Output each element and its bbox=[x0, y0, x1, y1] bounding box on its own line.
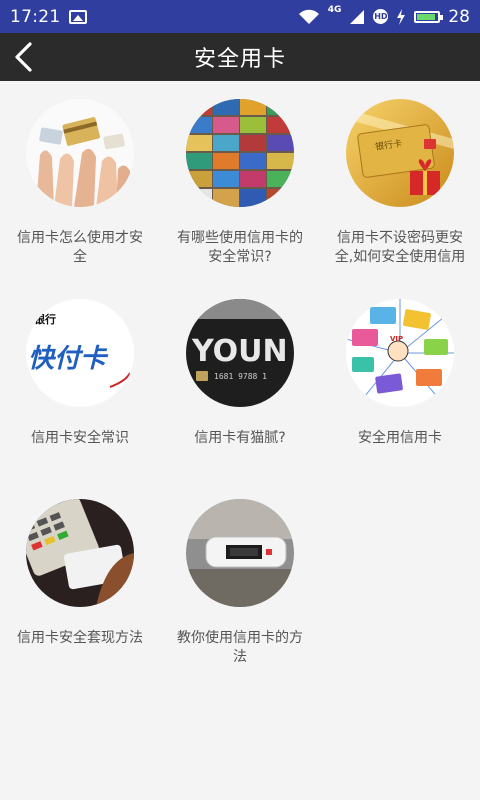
bank-logo-text: 银行 bbox=[34, 312, 56, 326]
quick-pay-card-image: 银行 快付卡 bbox=[26, 299, 134, 407]
battery-percent: 28 bbox=[448, 6, 470, 27]
cards-cartoon-image: VIP bbox=[346, 299, 454, 407]
tip-item[interactable]: 信用卡怎么使用才安全 bbox=[0, 81, 160, 281]
charging-icon bbox=[397, 8, 406, 25]
title-bar: 安全用卡 bbox=[0, 33, 480, 81]
tip-item-label: 信用卡有猫腻? bbox=[194, 430, 286, 446]
image-notification-icon bbox=[68, 9, 87, 24]
black-card-image: YOUN 1681 9788 1 bbox=[186, 299, 294, 407]
hands-with-cards-image bbox=[26, 99, 134, 207]
tip-item[interactable]: 教你使用信用卡的方法 bbox=[160, 481, 320, 681]
tip-item-label: 安全用信用卡 bbox=[358, 430, 442, 446]
tip-item[interactable]: 银行 快付卡 信用卡安全常识 bbox=[0, 281, 160, 481]
tip-item-label: 教你使用信用卡的方法 bbox=[177, 630, 303, 665]
tip-item-label: 信用卡不设密码更安全,如何安全使用信用卡 bbox=[334, 230, 466, 265]
status-bar: 17:21 4G HD 28 bbox=[0, 0, 480, 33]
tip-item[interactable]: VIP 安全用信用卡 bbox=[320, 281, 480, 481]
tip-item-label: 信用卡安全套现方法 bbox=[17, 630, 143, 646]
signal-icon bbox=[350, 9, 365, 24]
tip-item[interactable]: 有哪些使用信用卡的安全常识? bbox=[160, 81, 320, 281]
vip-text: VIP bbox=[390, 335, 403, 343]
back-button[interactable] bbox=[8, 39, 44, 75]
quick-pay-text: 快付卡 bbox=[28, 344, 109, 374]
tip-item[interactable]: YOUN 1681 9788 1 信用卡有猫腻? bbox=[160, 281, 320, 481]
tip-item-label: 信用卡怎么使用才安全 bbox=[17, 230, 143, 265]
network-type-label: 4G bbox=[327, 5, 342, 15]
pos-terminal-image bbox=[26, 499, 134, 607]
card-collection-image bbox=[186, 99, 294, 207]
gold-bank-card-image: 银行卡 bbox=[346, 99, 454, 207]
chevron-left-icon bbox=[15, 42, 32, 72]
battery-icon bbox=[414, 10, 444, 23]
security-token-image bbox=[186, 499, 294, 607]
status-left: 17:21 bbox=[10, 7, 87, 27]
status-right: 4G HD 28 bbox=[298, 5, 470, 27]
tip-item[interactable]: 银行卡 信用卡不设密码更安全,如何安全使用信用卡 bbox=[320, 81, 480, 281]
wifi-icon bbox=[298, 9, 319, 24]
card-brand-text: YOUN bbox=[191, 334, 288, 369]
card-number-text: 1681 9788 1 bbox=[214, 372, 267, 381]
tip-item-label: 信用卡安全常识 bbox=[31, 430, 129, 446]
status-time: 17:21 bbox=[10, 6, 61, 27]
tip-item-label: 有哪些使用信用卡的安全常识? bbox=[177, 230, 303, 265]
page-title: 安全用卡 bbox=[193, 47, 286, 72]
tip-item[interactable]: 信用卡安全套现方法 bbox=[0, 481, 160, 681]
hd-icon: HD bbox=[373, 9, 389, 24]
